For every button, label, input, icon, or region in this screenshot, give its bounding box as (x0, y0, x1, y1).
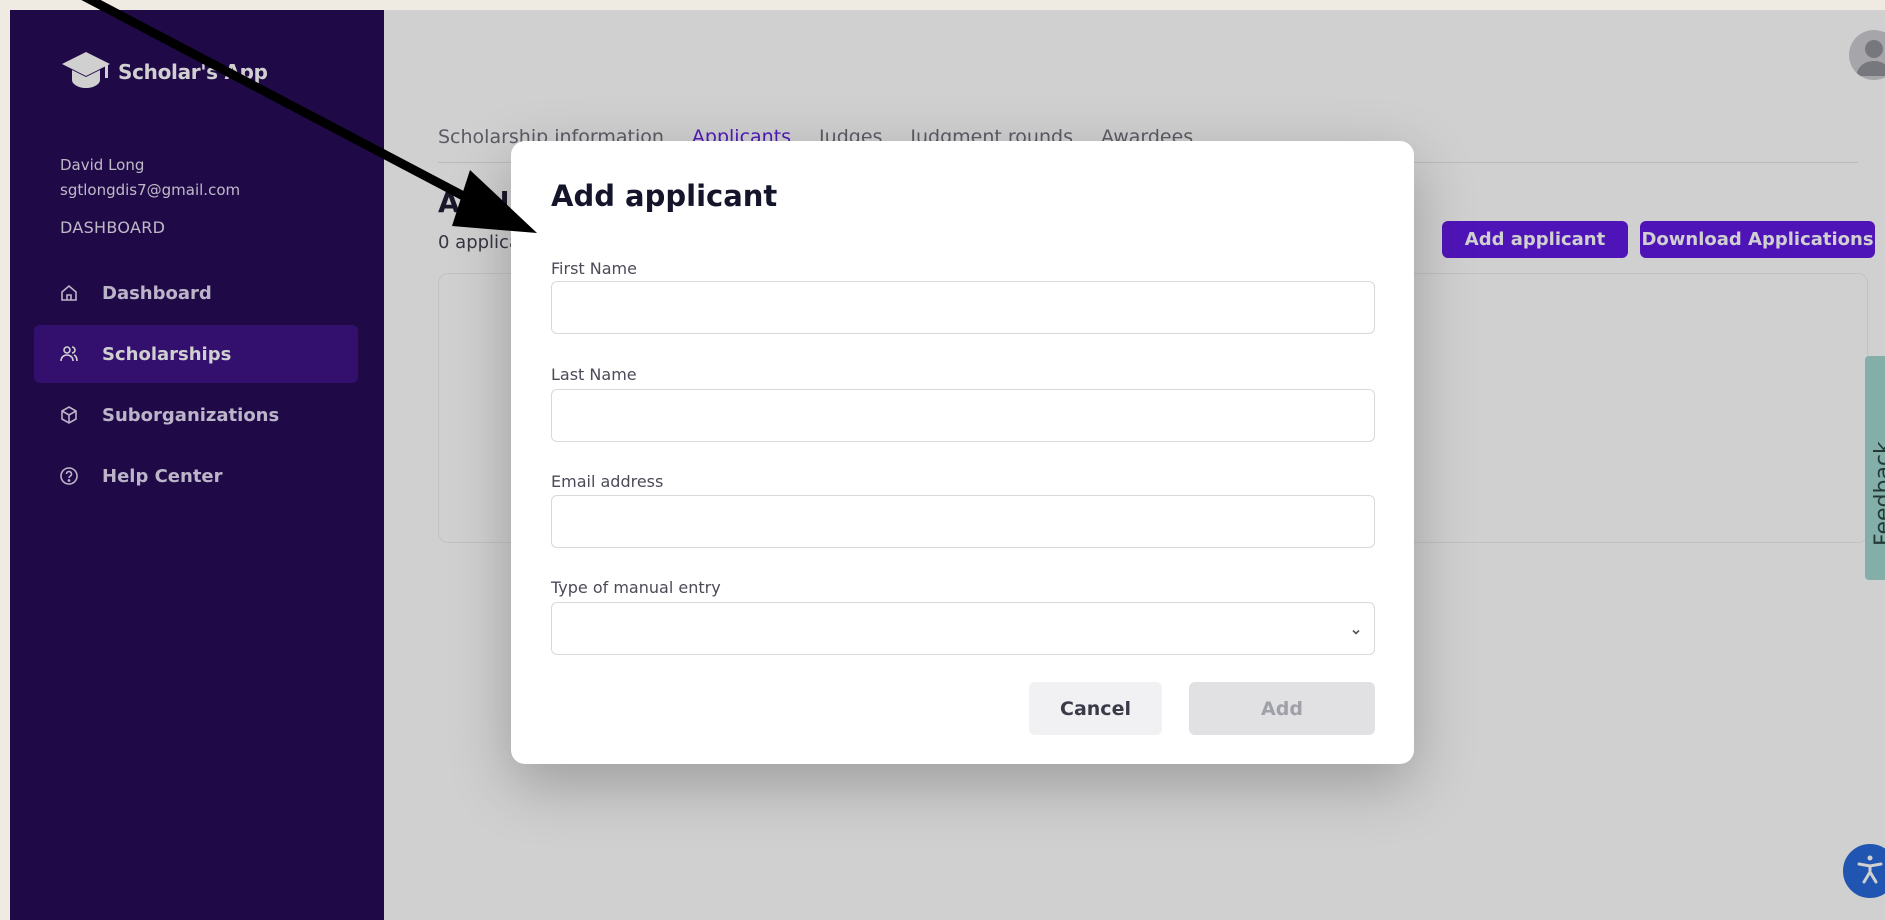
add-button[interactable]: Add (1189, 682, 1375, 735)
cancel-button[interactable]: Cancel (1029, 682, 1162, 735)
app-frame: Scholar's App David Long sgtlongdis7@gma… (10, 10, 1885, 920)
add-applicant-dialog: Add applicant First Name Last Name Email… (511, 141, 1414, 764)
dialog-title: Add applicant (551, 179, 778, 213)
last-name-input[interactable] (551, 389, 1375, 442)
first-name-label: First Name (551, 259, 637, 278)
email-label: Email address (551, 472, 664, 491)
first-name-input[interactable] (551, 281, 1375, 334)
last-name-label: Last Name (551, 365, 637, 384)
entry-type-label: Type of manual entry (551, 578, 721, 597)
email-input[interactable] (551, 495, 1375, 548)
entry-type-select[interactable] (551, 602, 1375, 655)
chevron-down-icon (1350, 623, 1362, 642)
